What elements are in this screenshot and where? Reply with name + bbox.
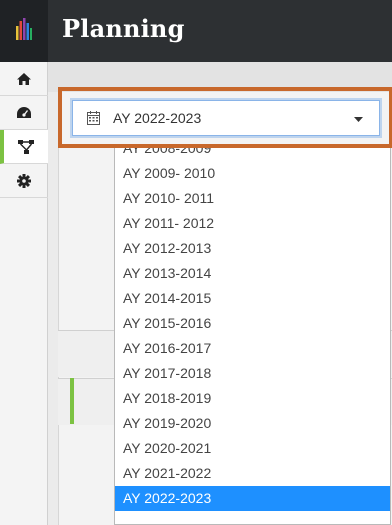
dropdown-option[interactable]: AY 2020-2021	[115, 436, 390, 461]
dropdown-option[interactable]: AY 2017-2018	[115, 361, 390, 386]
select-value: AY 2022-2023	[113, 110, 202, 126]
calendar-icon	[87, 111, 100, 125]
dropdown-option[interactable]: AY 2014-2015	[115, 286, 390, 311]
academic-year-select[interactable]: AY 2022-2023	[72, 100, 380, 136]
dropdown-option[interactable]: AY 2011- 2012	[115, 211, 390, 236]
dropdown-option[interactable]: AY 2016-2017	[115, 336, 390, 361]
sidebar-item-dashboard[interactable]	[0, 96, 48, 130]
sidebar	[0, 62, 48, 525]
caret-down-icon	[354, 117, 363, 122]
dropdown-option[interactable]: AY 2021-2022	[115, 461, 390, 486]
app-logo[interactable]	[0, 0, 48, 62]
home-icon	[17, 72, 31, 85]
gauge-icon	[17, 107, 31, 118]
sidebar-item-settings[interactable]	[0, 164, 48, 198]
dropdown-option[interactable]: AY 2018-2019	[115, 386, 390, 411]
network-icon	[18, 139, 34, 154]
sidebar-item-home[interactable]	[0, 62, 48, 96]
dropdown-option[interactable]: AY 2009- 2010	[115, 161, 390, 186]
content-header-strip	[48, 62, 392, 92]
dropdown-option[interactable]: AY 2019-2020	[115, 411, 390, 436]
dropdown-option[interactable]: AY 2010- 2011	[115, 186, 390, 211]
page-title: Planning	[62, 14, 185, 43]
dropdown-option[interactable]: AY 2022-2023	[115, 486, 390, 511]
gear-icon	[17, 173, 31, 188]
dropdown-option[interactable]: AY 2013-2014	[115, 261, 390, 286]
top-bar: Planning	[0, 0, 392, 62]
dropdown-option[interactable]: AY 2012-2013	[115, 236, 390, 261]
sidebar-item-planning[interactable]	[0, 130, 48, 164]
row-accent-bar	[70, 378, 74, 424]
dropdown-option[interactable]: AY 2008-2009	[115, 148, 390, 161]
dropdown-option[interactable]: AY 2015-2016	[115, 311, 390, 336]
bar-chart-logo-icon	[16, 18, 32, 40]
academic-year-options-list: AY 2008-2009 AY 2009- 2010 AY 2010- 2011 AY…	[114, 148, 391, 525]
